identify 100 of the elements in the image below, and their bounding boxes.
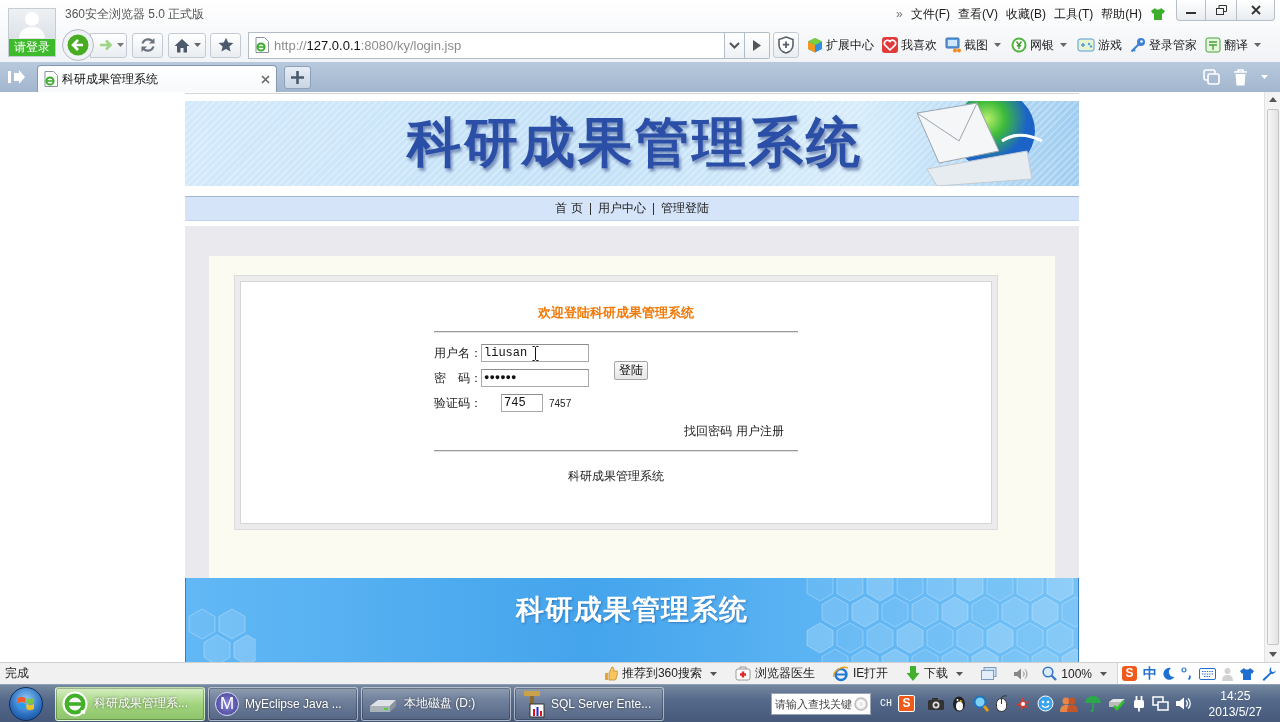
status-button[interactable]: 下载	[906, 665, 949, 682]
toolbar-button[interactable]: 登录管家	[1130, 36, 1197, 54]
minimize-button[interactable]	[1176, 0, 1206, 21]
ime-mode[interactable]: 中	[1143, 664, 1157, 683]
field-label: 用户名：	[434, 345, 481, 362]
cube-icon	[807, 37, 823, 53]
keyboard-icon[interactable]	[1199, 667, 1216, 680]
speaker-icon[interactable]	[1013, 666, 1029, 681]
captcha-field[interactable]: 745	[501, 394, 543, 412]
toolbar-button[interactable]: 游戏	[1077, 36, 1122, 54]
drive-check-icon[interactable]	[1108, 696, 1126, 711]
speaker-icon[interactable]	[1175, 696, 1192, 711]
text-link[interactable]: 用户注册	[736, 424, 784, 438]
shirt-icon[interactable]	[1239, 666, 1255, 681]
plug-icon[interactable]	[1132, 695, 1146, 712]
close-icon[interactable]	[261, 74, 270, 84]
toolbar-button[interactable]: 截图	[945, 36, 988, 54]
caret-icon[interactable]	[956, 671, 964, 676]
username-field[interactable]: liusan	[481, 344, 589, 362]
close-icon	[1250, 5, 1261, 15]
caret-icon[interactable]	[1060, 43, 1067, 47]
medical-kit-icon	[734, 666, 751, 681]
taskbar-button[interactable]: 本地磁盘 (D:)	[361, 686, 511, 721]
status-button[interactable]: 推荐到360搜索	[603, 665, 702, 682]
network-icon[interactable]	[1152, 695, 1169, 712]
ring-icon	[832, 665, 849, 682]
more-menu-button[interactable]: »	[896, 7, 903, 21]
password-field[interactable]: ●●●●●●	[481, 369, 589, 387]
menu-item[interactable]: 文件(F)	[910, 5, 950, 23]
mouse-icon[interactable]	[995, 694, 1009, 713]
clock[interactable]: 14:25 2013/5/27	[1208, 687, 1262, 720]
back-button[interactable]	[62, 29, 94, 61]
menu-item[interactable]: 工具(T)	[1054, 5, 1094, 23]
toolbar-button[interactable]: 翻译	[1205, 36, 1248, 54]
chevron-down-icon	[729, 41, 740, 49]
toolbar-button[interactable]: 我喜欢	[882, 36, 937, 54]
caret-icon	[193, 43, 201, 47]
address-bar[interactable]: http://127.0.0.1:8080/ky/login.jsp	[248, 31, 724, 59]
starburst-icon[interactable]	[1015, 695, 1031, 712]
language-indicator[interactable]: CH	[880, 698, 892, 709]
menu-item[interactable]: 帮助(H)	[1101, 5, 1142, 23]
play-icon	[753, 39, 761, 51]
restore-button[interactable]	[1206, 0, 1237, 21]
penguin-icon[interactable]	[951, 695, 967, 712]
security-button[interactable]	[773, 32, 799, 58]
caret-icon[interactable]	[1254, 43, 1261, 47]
go-button[interactable]	[745, 31, 770, 59]
login-heading: 欢迎登陆科研成果管理系统	[537, 304, 695, 322]
caret-icon[interactable]	[994, 43, 1001, 47]
moon-icon[interactable]	[1163, 667, 1175, 680]
bookmark-button[interactable]	[210, 32, 241, 58]
caret-icon[interactable]	[1100, 671, 1107, 676]
arrow-left-icon	[67, 34, 89, 56]
close-button[interactable]	[1237, 0, 1275, 21]
punctuation-icon[interactable]	[1181, 667, 1193, 680]
nav-link[interactable]: 用户中心	[597, 200, 646, 217]
home-button[interactable]	[168, 32, 206, 58]
note-icon	[1205, 37, 1221, 53]
refresh-button[interactable]	[132, 32, 163, 58]
search-field[interactable]: 请输入查找关键	[771, 692, 871, 715]
minimize-icon	[1186, 11, 1196, 14]
address-dropdown-button[interactable]	[724, 31, 745, 59]
taskbar-button[interactable]: SQL Server Ente...	[514, 686, 664, 721]
arrow-down-icon[interactable]	[1268, 652, 1277, 657]
field-label: 验证码：	[434, 395, 481, 412]
ring-icon	[62, 690, 88, 717]
caret-icon[interactable]	[709, 671, 717, 676]
toolbar-button[interactable]: 扩展中心	[807, 36, 874, 54]
text-link[interactable]: 找回密码	[684, 424, 732, 438]
browser-tab[interactable]: 科研成果管理系统	[37, 65, 277, 92]
magnifier-icon[interactable]	[973, 695, 989, 712]
shirt-icon[interactable]	[1150, 7, 1166, 21]
camera-icon[interactable]	[927, 696, 945, 711]
smiley-icon[interactable]	[1037, 695, 1054, 712]
start-button[interactable]	[9, 686, 43, 721]
thumbs-up-icon	[603, 666, 618, 681]
input-method-bar[interactable]: S 中	[1117, 663, 1280, 684]
menu-item[interactable]: 收藏(B)	[1006, 5, 1046, 23]
menu-item[interactable]: 查看(V)	[958, 5, 998, 23]
new-tab-button[interactable]	[284, 65, 311, 89]
star-icon	[217, 37, 234, 53]
taskbar-button[interactable]: M MyEclipse Java ...	[208, 686, 358, 721]
arrow-right-icon	[98, 38, 113, 52]
nav-link[interactable]: 管理登陆	[660, 200, 709, 217]
zoom-button[interactable]: 100%	[1042, 666, 1092, 681]
nav-link[interactable]: 首 页	[555, 200, 583, 217]
status-button[interactable]: IE打开	[832, 665, 889, 682]
hammer-chart-icon	[521, 689, 545, 718]
wrench-icon[interactable]	[1261, 666, 1276, 681]
login-button[interactable]: 登陆	[614, 361, 648, 380]
home-icon	[173, 37, 190, 53]
scrollbar[interactable]	[1264, 92, 1280, 662]
status-button[interactable]: 浏览器医生	[734, 665, 815, 682]
toolbar-button[interactable]: 网银	[1011, 36, 1054, 54]
banner-title: 科研成果管理系统	[407, 111, 863, 174]
hexagon-pattern-drawing	[186, 608, 256, 662]
arrow-up-icon[interactable]	[1268, 97, 1277, 102]
sidebar-toggle-icon[interactable]	[8, 70, 25, 84]
gamepad-icon	[1077, 37, 1095, 53]
scrollbar-thumb[interactable]	[1266, 109, 1279, 645]
